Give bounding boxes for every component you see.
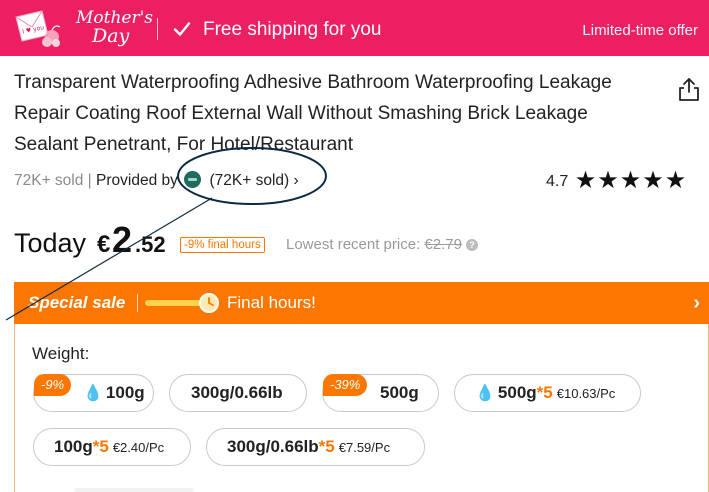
option-label: 300g/0.66lb	[227, 437, 319, 456]
sold-provider-row: 72K+ sold | Provided by (72K+ sold) ›	[14, 170, 299, 192]
product-title: Transparent Waterproofing Adhesive Bathr…	[14, 72, 612, 155]
discount-tag: -9%	[34, 374, 72, 396]
star-rating-icon: ★★★★★	[574, 167, 688, 194]
special-sale-bar[interactable]: Special sale Final hours! ›	[14, 282, 709, 324]
help-icon[interactable]: ?	[465, 239, 478, 251]
discount-badge: -9% final hours	[180, 237, 265, 253]
drop-icon: 💧	[83, 385, 103, 402]
script-line-2: Day	[92, 25, 130, 47]
option-label: 500g	[380, 383, 419, 402]
option-label: 500g	[497, 383, 537, 402]
free-shipping-text: Free shipping for you	[203, 19, 382, 40]
provided-by-label: Provided by	[96, 172, 178, 189]
weight-option-500g[interactable]: -39% 500g	[322, 374, 439, 412]
option-unit-price: €7.59/Pc	[338, 440, 391, 455]
option-multiplier: *5	[92, 437, 109, 456]
next-section-stub	[74, 488, 194, 492]
weight-option-300g[interactable]: 300g/0.66lb	[169, 374, 307, 412]
timer-icon	[199, 293, 219, 313]
price-decimal: .52	[135, 232, 166, 257]
promo-banner[interactable]: I ♥ you Mother's Day Free shipping for y…	[0, 0, 709, 56]
mothers-day-script: Mother's Day	[70, 6, 153, 52]
discount-tag: -39%	[323, 374, 368, 396]
weight-option-500g-x5[interactable]: 💧 500g*5 €10.63/Pc	[454, 374, 641, 412]
limited-time-offer: Limited-time offer	[582, 22, 698, 39]
final-hours-text: Final hours!	[227, 293, 316, 312]
special-sale-label: Special sale	[28, 293, 126, 312]
weight-option-100g[interactable]: -9% 💧 100g	[33, 374, 154, 412]
rating-value: 4.7	[546, 173, 569, 190]
option-unit-price: €10.63/Pc	[556, 386, 616, 401]
sold-count: 72K+ sold	[14, 172, 84, 189]
lowest-label: Lowest recent price:	[286, 236, 421, 253]
drop-icon: 💧	[475, 385, 495, 402]
store-logo-icon	[184, 171, 202, 188]
provided-by-link[interactable]: Provided by (72K+ sold) ›	[96, 171, 299, 189]
option-unit-price: €2.40/Pc	[112, 440, 165, 455]
chevron-right-icon: ›	[693, 292, 700, 314]
lowest-recent-price: Lowest recent price: €2.79?	[286, 235, 478, 255]
check-icon	[173, 22, 191, 36]
weight-option-300g-x5[interactable]: 300g/0.66lb*5 €7.59/Pc	[206, 428, 425, 466]
today-label: Today	[14, 228, 87, 258]
price-currency: €	[97, 231, 111, 258]
weight-option-100g-x5[interactable]: 100g*5 €2.40/Pc	[33, 428, 191, 466]
sale-divider	[137, 294, 138, 312]
weight-label: Weight:	[32, 344, 90, 363]
mothers-day-logo-icon: I ♥ you	[15, 10, 61, 47]
option-multiplier: *5	[318, 437, 335, 456]
sold-separator: |	[83, 172, 97, 189]
rating[interactable]: 4.7 ★★★★★	[546, 168, 687, 195]
price-integer: 2	[112, 219, 133, 260]
option-label: 300g/0.66lb	[191, 383, 283, 402]
variant-panel: Weight: -9% 💧 100g 300g/0.66lb -39% 500g 💧 5…	[14, 324, 709, 492]
sale-progress-bar	[145, 300, 201, 306]
lowest-value: €2.79	[424, 236, 462, 253]
option-label: 100g	[105, 383, 145, 402]
chevron-right-icon: ›	[293, 172, 299, 189]
banner-divider	[157, 18, 158, 40]
share-icon[interactable]	[677, 76, 701, 102]
option-multiplier: *5	[536, 383, 553, 402]
option-label: 100g	[54, 437, 93, 456]
store-sold-count: (72K+ sold)	[209, 172, 290, 189]
